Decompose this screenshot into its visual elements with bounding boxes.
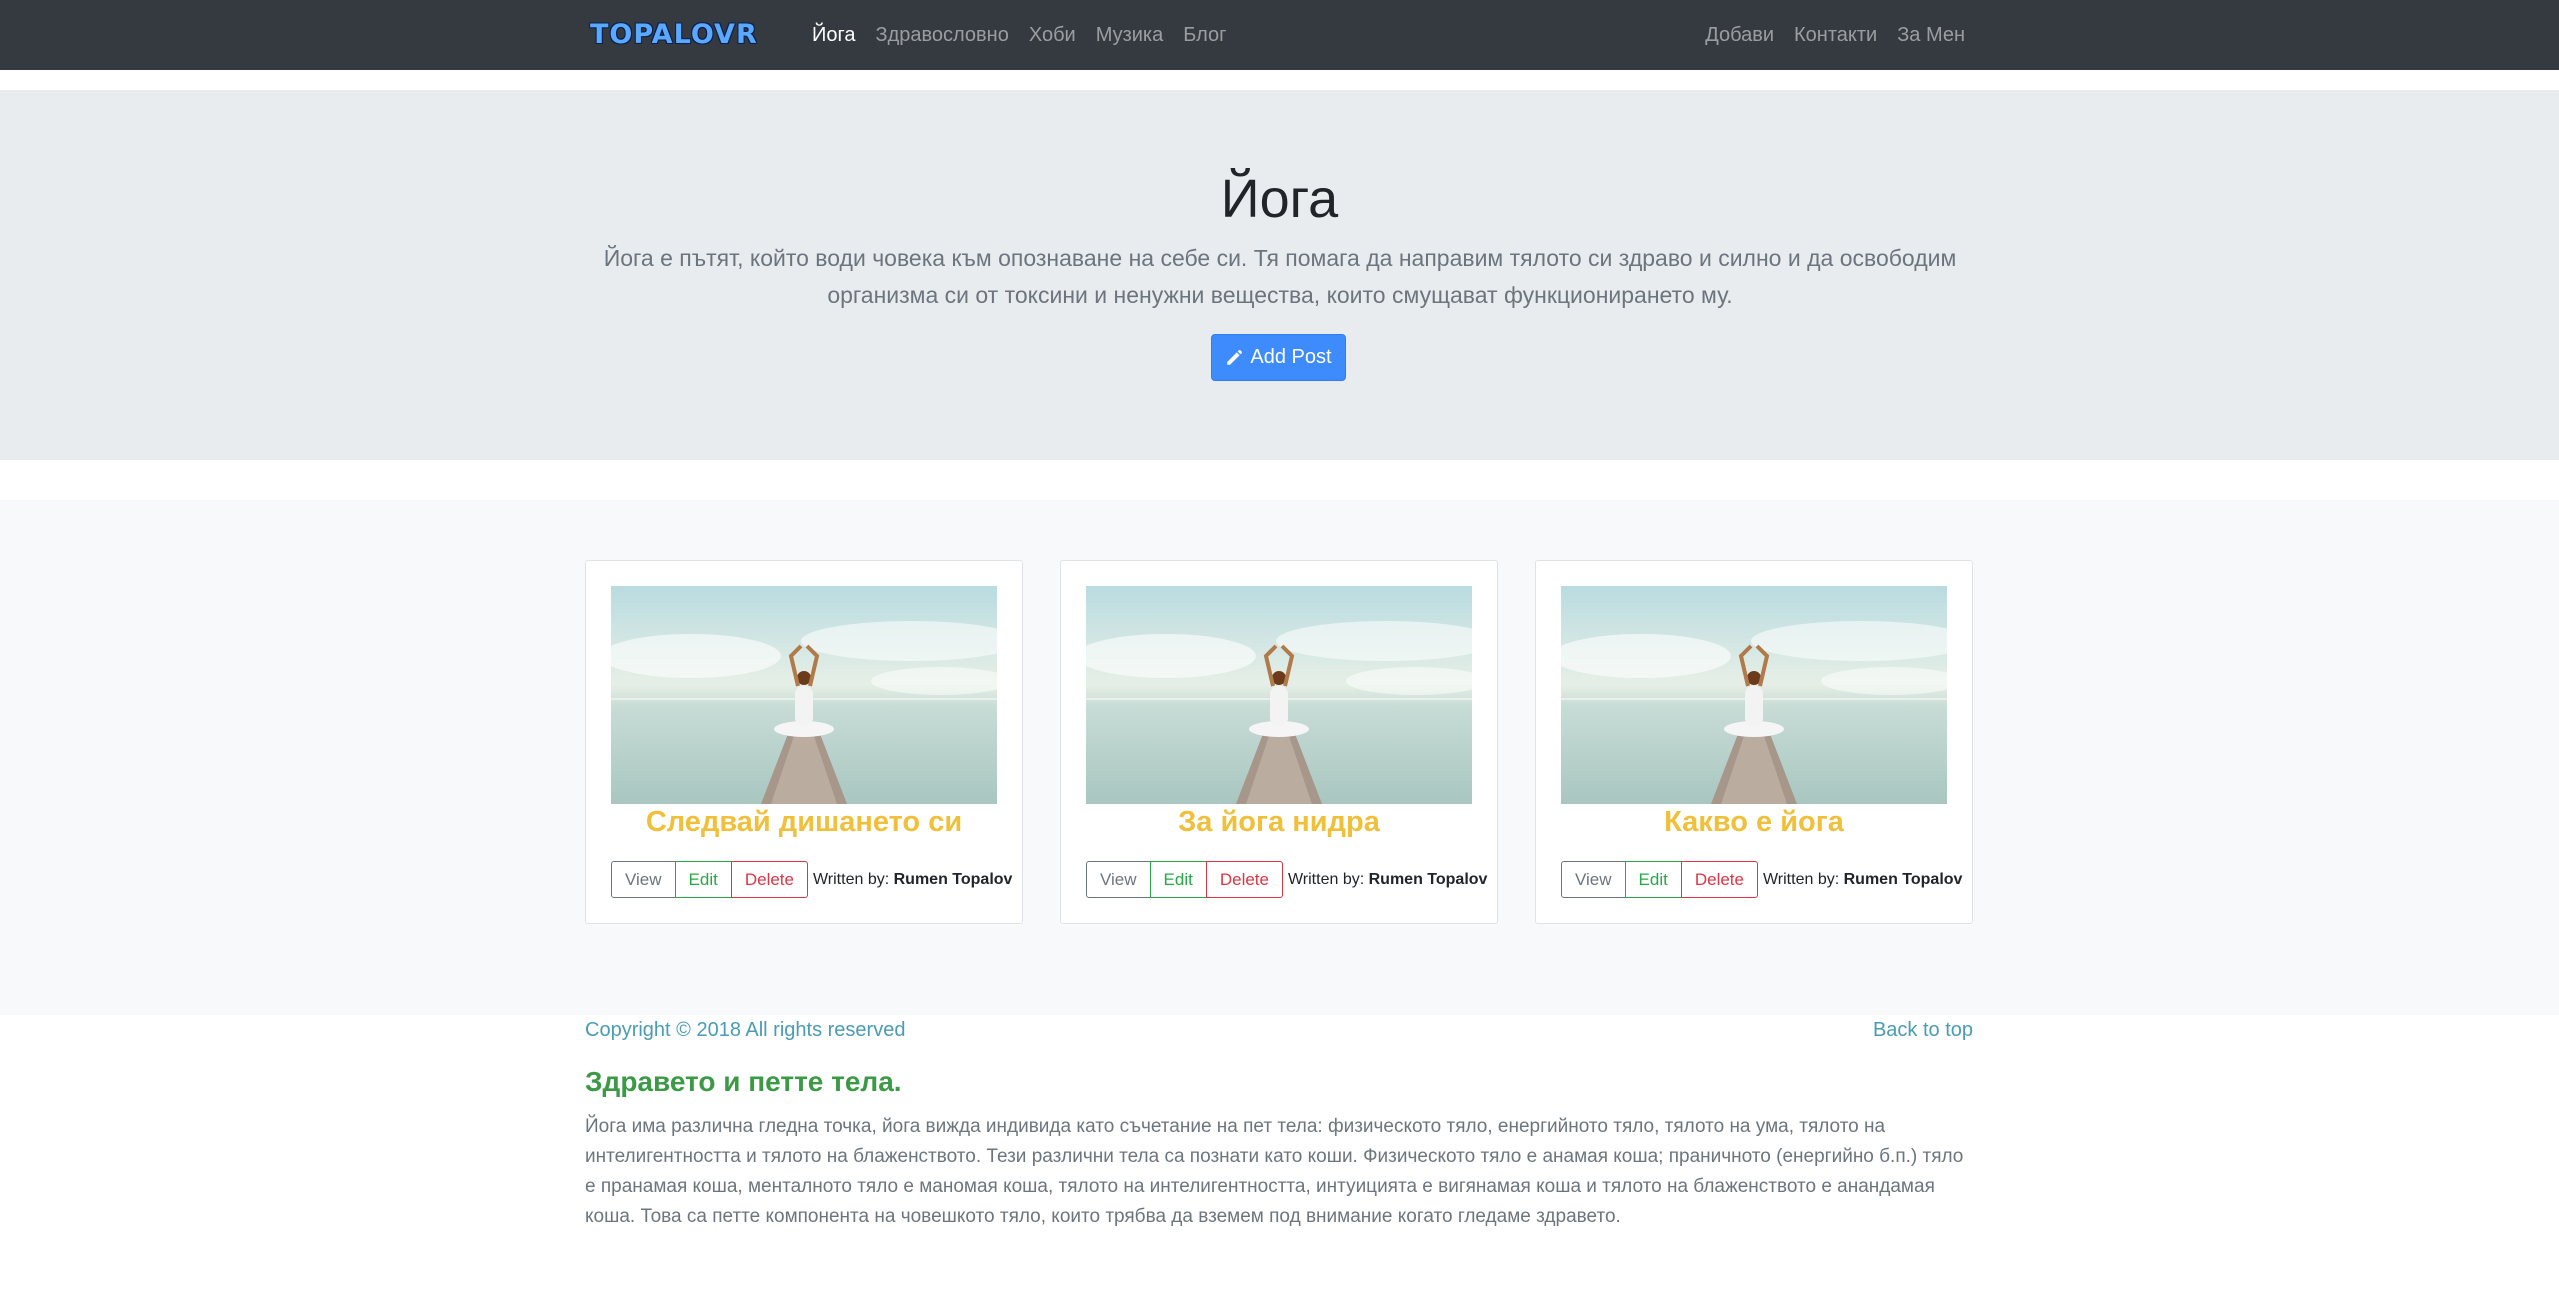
post-card: За йога нидра View Edit Delete Written b… <box>1060 560 1498 924</box>
add-post-label: Add Post <box>1250 346 1332 368</box>
card-image <box>1086 586 1472 804</box>
post-card: Следвай дишането си View Edit Delete Wri… <box>585 560 1023 924</box>
card-image <box>1561 586 1947 804</box>
delete-button[interactable]: Delete <box>1205 861 1283 898</box>
brand-logo-text: TOPALOVR <box>590 19 758 50</box>
written-by-label: Written by: <box>812 870 890 888</box>
card-button-group: View Edit Delete <box>1561 861 1758 898</box>
card-actions: View Edit Delete Written by: Rumen Topal… <box>1086 861 1487 898</box>
nav-link-blog[interactable]: Блог <box>1183 24 1226 47</box>
author-line: Written by: Rumen Topalov <box>813 871 1012 889</box>
nav-link-add[interactable]: Добави <box>1705 24 1774 47</box>
card-actions: View Edit Delete Written by: Rumen Topal… <box>1561 861 1962 898</box>
nav-link-about[interactable]: За Мен <box>1897 24 1965 47</box>
post-card: Какво е йога View Edit Delete Written by… <box>1535 560 1973 924</box>
nav-left: Йога Здравословно Хоби Музика Блог <box>812 0 1246 70</box>
nav-link-music[interactable]: Музика <box>1096 24 1164 47</box>
card-button-group: View Edit Delete <box>611 861 808 898</box>
nav-link-contacts[interactable]: Контакти <box>1794 24 1877 47</box>
card-actions: View Edit Delete Written by: Rumen Topal… <box>611 861 1012 898</box>
card-image <box>611 586 997 804</box>
page-lead: Йога е пътят, който води човека към опоз… <box>603 245 1957 308</box>
album: Следвай дишането си View Edit Delete Wri… <box>0 500 2559 1015</box>
delete-button[interactable]: Delete <box>1680 861 1758 898</box>
brand-logo[interactable]: TOPALOVR <box>590 20 780 50</box>
card-title: Какво е йога <box>1664 806 1844 838</box>
add-post-button[interactable]: Add Post <box>1211 334 1346 381</box>
author-name: Rumen Topalov <box>893 870 1013 888</box>
footer-copyright: Copyright © 2018 All rights reserved <box>585 1019 906 1041</box>
edit-button[interactable]: Edit <box>674 861 732 898</box>
author-name: Rumen Topalov <box>1843 870 1963 888</box>
author-line: Written by: Rumen Topalov <box>1763 871 1962 889</box>
navbar: TOPALOVR Йога Здравословно Хоби Музика Б… <box>0 0 2559 70</box>
view-button[interactable]: View <box>1561 861 1626 898</box>
author-line: Written by: Rumen Topalov <box>1288 871 1487 889</box>
view-button[interactable]: View <box>1086 861 1151 898</box>
page-title: Йога <box>1220 169 1339 229</box>
nav-right: Добави Контакти За Мен <box>1685 0 1965 70</box>
nav-link-healthy[interactable]: Здравословно <box>875 24 1008 47</box>
card-title: За йога нидра <box>1178 806 1380 838</box>
written-by-label: Written by: <box>1762 870 1840 888</box>
card-title: Следвай дишането си <box>645 806 963 838</box>
nav-link-hobby[interactable]: Хоби <box>1029 24 1076 47</box>
edit-button[interactable]: Edit <box>1149 861 1207 898</box>
delete-button[interactable]: Delete <box>730 861 808 898</box>
footer-heading: Здравето и петте тела. <box>585 1066 902 1097</box>
author-name: Rumen Topalov <box>1368 870 1488 888</box>
written-by-label: Written by: <box>1287 870 1365 888</box>
jumbotron: Йога Йога е пътят, който води човека към… <box>0 90 2559 460</box>
nav-link-yoga[interactable]: Йога <box>812 24 855 47</box>
footer-text: Йога има различна гледна точка, йога виж… <box>585 1116 1964 1227</box>
back-to-top-link[interactable]: Back to top <box>1873 1019 1973 1042</box>
view-button[interactable]: View <box>611 861 676 898</box>
card-button-group: View Edit Delete <box>1086 861 1283 898</box>
pencil-icon <box>1227 349 1243 365</box>
edit-button[interactable]: Edit <box>1624 861 1682 898</box>
